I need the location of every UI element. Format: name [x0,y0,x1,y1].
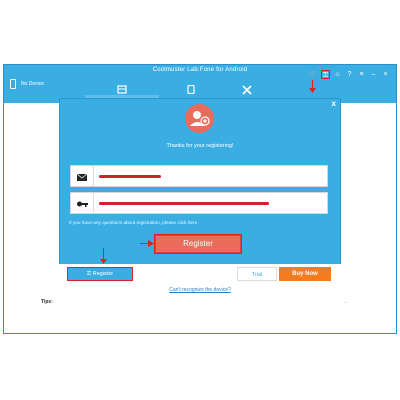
annotation-arrowhead-left [148,240,154,247]
minimize-icon[interactable]: – [369,70,378,79]
menu-icon[interactable]: ≡ [357,70,366,79]
registration-dialog: x Thanks for your registering! If you ha… [59,98,341,286]
cart-icon[interactable]: 🛒 [309,70,318,79]
redacted-email-value [99,175,161,178]
tools-tab-icon [242,85,252,95]
tab-device[interactable] [117,85,127,94]
key-field-icon [77,201,88,207]
dialog-footer: ⚿ Register Trial Buy Now [59,264,341,286]
cant-recognize-link[interactable]: Can't recognize the device? [0,287,400,293]
footer-register-label: Register [92,271,114,277]
buy-now-button[interactable]: Buy Now [279,267,331,281]
phone-tab-icon [187,85,195,94]
help-icon[interactable]: ? [345,70,354,79]
trial-button[interactable]: Trial [237,267,277,281]
field-divider [93,193,94,213]
tips-suffix: ... [344,299,349,305]
device-label: No Device [21,81,45,87]
registration-help-note[interactable]: If you have any questions about registra… [69,220,199,225]
key-icon[interactable]: ⚿ [321,70,330,79]
home-icon[interactable]: ⌂ [333,70,342,79]
phone-icon [10,79,16,89]
email-field[interactable] [70,165,328,187]
register-button[interactable]: Register [154,234,242,254]
registration-code-field[interactable] [70,192,328,214]
thanks-message: Thanks for your registering! [166,143,234,149]
close-icon[interactable]: × [381,70,390,79]
annotation-arrowhead-top [309,88,316,93]
redacted-code-value [99,202,269,205]
envelope-icon [76,173,88,181]
tab-phone[interactable] [187,85,195,94]
field-divider [93,166,94,186]
user-add-icon [185,104,214,133]
tab-tools[interactable] [242,85,252,95]
tips-label: Tips: [41,299,53,305]
dialog-close-button[interactable]: x [332,99,336,108]
window-controls: 🛒 ⚿ ⌂ ? ≡ – × [309,70,390,79]
device-tab-icon [117,85,127,94]
device-status[interactable]: No Device [10,79,44,89]
footer-register-button[interactable]: ⚿ Register [67,267,133,281]
